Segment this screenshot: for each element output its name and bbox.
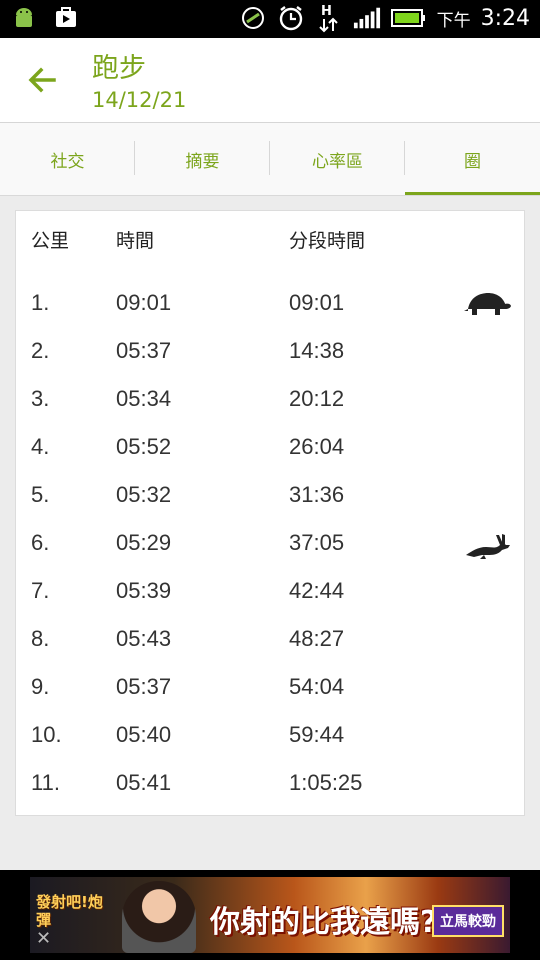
column-header-km: 公里 [31, 230, 70, 252]
lap-split: 37:05 [289, 530, 345, 555]
lap-split: 54:04 [289, 674, 345, 699]
table-row: 7. 05:39 42:44 [16, 567, 524, 615]
turtle-icon [462, 285, 512, 321]
table-row: 1. 09:01 09:01 [16, 279, 524, 327]
lap-time: 05:39 [116, 578, 172, 603]
rabbit-icon [462, 525, 512, 561]
table-row: 4. 05:52 26:04 [16, 423, 524, 471]
lap-split: 20:12 [289, 386, 345, 411]
lap-km: 3. [31, 386, 50, 411]
lap-km: 5. [31, 482, 50, 507]
table-row: 5. 05:32 31:36 [16, 471, 524, 519]
lap-km: 7. [31, 578, 50, 603]
ad-model-image [122, 881, 196, 953]
laps-table: 公里 時間 分段時間 1. 09:01 09:01 2. 05:37 14:38 3. 05:… [15, 210, 525, 816]
lap-time: 09:01 [116, 290, 172, 315]
lap-split: 59:44 [289, 722, 345, 747]
tab-laps[interactable]: 圈 [405, 123, 540, 195]
tab-summary[interactable]: 摘要 [135, 123, 270, 195]
lap-km: 6. [31, 530, 50, 555]
table-row: 8. 05:43 48:27 [16, 615, 524, 663]
action-bar: 跑步 14/12/21 [0, 38, 540, 123]
ad-cta-button[interactable]: 立馬較勁 [432, 905, 504, 937]
play-store-icon [52, 4, 80, 32]
battery-icon [390, 4, 427, 32]
back-button[interactable] [24, 62, 60, 98]
lap-time: 05:41 [116, 770, 172, 795]
status-time: 3:24 [480, 5, 530, 31]
alarm-icon [277, 4, 305, 32]
data-sync-icon [239, 4, 267, 32]
tab-heart-rate-zones[interactable]: 心率區 [270, 123, 405, 195]
signal-icon [353, 4, 381, 32]
table-row: 6. 05:29 37:05 [16, 519, 524, 567]
lap-time: 05:40 [116, 722, 172, 747]
h-plus-network-icon: H [315, 4, 343, 33]
table-row: 9. 05:37 54:04 [16, 663, 524, 711]
lap-km: 11. [31, 770, 60, 795]
ad-headline: 你射的比我遠嗎? [210, 905, 438, 940]
lap-split: 26:04 [289, 434, 345, 459]
tab-bar: 社交 摘要 心率區 圈 [0, 123, 540, 196]
lap-time: 05:29 [116, 530, 172, 555]
lap-split: 31:36 [289, 482, 345, 507]
lap-split: 09:01 [289, 290, 345, 315]
page-title: 跑步 [92, 53, 146, 84]
activity-date: 14/12/21 [92, 88, 187, 112]
ad-image[interactable]: 發射吧!炮彈 你射的比我遠嗎? 立馬較勁 ✕ [30, 877, 510, 953]
lap-km: 1. [31, 290, 50, 315]
tab-social[interactable]: 社交 [0, 123, 135, 195]
table-row: 3. 05:34 20:12 [16, 375, 524, 423]
column-header-time: 時間 [116, 230, 155, 252]
lap-split: 42:44 [289, 578, 345, 603]
lap-time: 05:52 [116, 434, 172, 459]
lap-time: 05:34 [116, 386, 172, 411]
status-ampm: 下午 [436, 10, 471, 31]
lap-time: 05:32 [116, 482, 172, 507]
lap-km: 8. [31, 626, 50, 651]
status-bar: H 下午 3:24 [0, 0, 540, 38]
lap-split: 1:05:25 [289, 770, 363, 795]
table-header: 公里 時間 分段時間 [16, 217, 524, 265]
lap-split: 48:27 [289, 626, 345, 651]
arrow-left-icon [28, 67, 56, 93]
lap-km: 10. [31, 722, 62, 747]
svg-text:H: H [321, 4, 332, 19]
column-header-split: 分段時間 [289, 230, 366, 252]
android-icon [10, 4, 38, 32]
table-row: 11. 05:41 1:05:25 [16, 759, 524, 807]
lap-split: 14:38 [289, 338, 345, 363]
table-row: 2. 05:37 14:38 [16, 327, 524, 375]
ad-close-icon[interactable]: ✕ [36, 928, 51, 949]
lap-km: 4. [31, 434, 50, 459]
lap-time: 05:43 [116, 626, 172, 651]
table-row: 10. 05:40 59:44 [16, 711, 524, 759]
ad-logo: 發射吧!炮彈 [36, 893, 103, 929]
lap-time: 05:37 [116, 674, 172, 699]
lap-km: 2. [31, 338, 50, 363]
lap-time: 05:37 [116, 338, 172, 363]
lap-km: 9. [31, 674, 50, 699]
ad-banner[interactable]: 發射吧!炮彈 你射的比我遠嗎? 立馬較勁 ✕ [0, 870, 540, 960]
